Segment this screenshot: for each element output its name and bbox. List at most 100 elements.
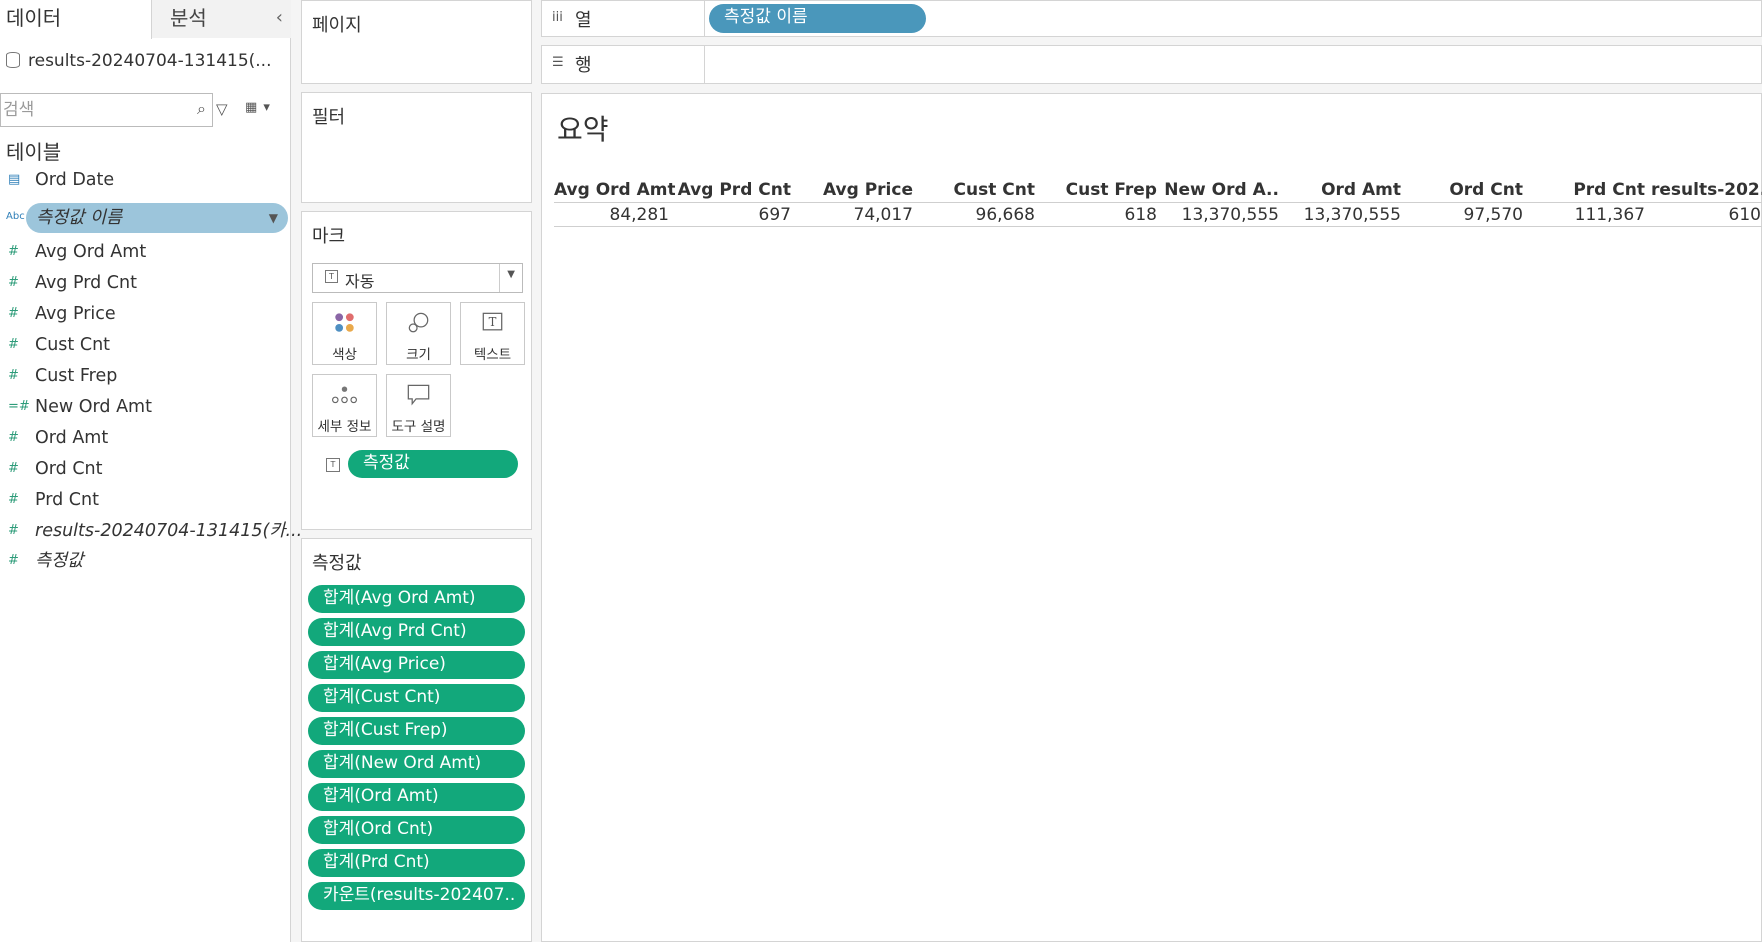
columns-icon: iii [552, 10, 563, 25]
tooltip-icon [407, 384, 430, 406]
measure-pill-ord-amt[interactable]: 합계(Ord Amt) [308, 783, 525, 811]
table-cell[interactable]: 618 [1040, 202, 1163, 227]
text-icon: T [482, 312, 503, 331]
datasource-item[interactable]: results-20240704-131415(... [6, 46, 272, 76]
measure-icon: # [8, 275, 19, 290]
measure-icon: # [8, 337, 19, 352]
dropdown-arrow-icon[interactable]: ▼ [269, 203, 278, 233]
table-cell[interactable]: 111,367 [1528, 202, 1651, 227]
measure-pill-avg-ord-amt[interactable]: 합계(Avg Ord Amt) [308, 585, 525, 613]
measure-pill-avg-prd-cnt[interactable]: 합계(Avg Prd Cnt) [308, 618, 525, 646]
measure-pill-avg-price[interactable]: 합계(Avg Price) [308, 651, 525, 679]
text-mark-icon: T [326, 458, 340, 472]
column-header[interactable]: Prd Cnt [1528, 177, 1651, 203]
table-cell[interactable]: 96,668 [918, 202, 1041, 227]
abc-icon: Abc [6, 211, 25, 222]
column-header[interactable]: Ord Amt [1284, 177, 1407, 203]
rows-shelf[interactable]: ☰ 행 [541, 45, 1762, 84]
field-ord-cnt[interactable]: # Ord Cnt [0, 454, 291, 484]
measure-icon: # [8, 306, 19, 321]
measure-pill-new-ord-amt[interactable]: 합계(New Ord Amt) [308, 750, 525, 778]
field-label: 측정값 이름 [36, 208, 123, 228]
measure-icon: # [8, 430, 19, 445]
measure-pill-cust-cnt[interactable]: 합계(Cust Cnt) [308, 684, 525, 712]
text-label: 텍스트 [473, 347, 512, 363]
column-header[interactable]: Ord Cnt [1406, 177, 1529, 203]
search-icon[interactable]: ⌕ [197, 99, 206, 119]
field-label: Ord Date [35, 170, 115, 190]
measure-pill-results-count[interactable]: 카운트(results-202407.. [308, 882, 525, 910]
detail-button[interactable]: 세부 정보 [312, 374, 377, 437]
search-input[interactable] [1, 94, 185, 126]
table-cell[interactable]: 13,370,555 [1162, 202, 1285, 227]
field-measure-names[interactable]: 측정값 이름 ▼ [26, 203, 288, 233]
collapse-pane-icon[interactable]: ‹ [276, 0, 283, 36]
measure-pill-prd-cnt[interactable]: 합계(Prd Cnt) [308, 849, 525, 877]
color-button[interactable]: 색상 [312, 302, 377, 365]
calculated-measure-icon: =# [8, 399, 30, 414]
view-options-icon[interactable]: ▦ ▾ [245, 100, 271, 115]
pane-tabs: 데이터 분석 ‹ [0, 0, 291, 39]
column-header[interactable]: Avg Ord Amt [554, 177, 675, 203]
marks-card: 마크 T 자동 ▼ 색상 크기 T 텍스트 세부 정보 도구 설명 T 측정값 [301, 211, 532, 530]
table-row: 84,281 697 74,017 96,668 618 13,370,555 … [554, 202, 1762, 227]
column-header[interactable]: New Ord A.. [1162, 177, 1285, 203]
tooltip-button[interactable]: 도구 설명 [386, 374, 451, 437]
text-button[interactable]: T 텍스트 [460, 302, 525, 365]
field-label: Avg Ord Amt [35, 242, 147, 262]
field-cust-cnt[interactable]: # Cust Cnt [0, 330, 291, 360]
field-results-count[interactable]: # results-20240704-131415(카... [0, 516, 302, 546]
rows-icon: ☰ [552, 55, 564, 70]
filters-title: 필터 [312, 107, 346, 128]
field-avg-prd-cnt[interactable]: # Avg Prd Cnt [0, 268, 291, 298]
data-pane: 데이터 분석 ‹ results-20240704-131415(... ⌕ ▽… [0, 0, 302, 942]
table-cell[interactable]: 13,370,555 [1284, 202, 1407, 227]
pages-card[interactable]: 페이지 [301, 0, 532, 84]
filter-icon[interactable]: ▽ [216, 100, 228, 118]
measure-pill-ord-cnt[interactable]: 합계(Ord Cnt) [308, 816, 525, 844]
worksheet-title[interactable]: 요약 [557, 108, 609, 148]
field-label: Prd Cnt [35, 490, 99, 510]
table-cell[interactable]: 84,281 [554, 202, 675, 227]
field-avg-price[interactable]: # Avg Price [0, 299, 291, 329]
field-label: Avg Prd Cnt [35, 273, 137, 293]
field-prd-cnt[interactable]: # Prd Cnt [0, 485, 291, 515]
field-new-ord-amt[interactable]: =# New Ord Amt [0, 392, 291, 422]
field-cust-frep[interactable]: # Cust Frep [0, 361, 291, 391]
dropdown-divider [499, 264, 500, 292]
column-header[interactable]: results-202.. [1650, 177, 1762, 203]
calendar-icon: ▤ [8, 172, 21, 187]
rows-shelf-header: ☰ 행 [542, 46, 705, 83]
tab-analysis[interactable]: 분석 ‹ [152, 0, 291, 38]
field-label: Cust Frep [35, 366, 118, 386]
measure-icon: # [8, 461, 19, 476]
filters-card[interactable]: 필터 [301, 92, 532, 203]
column-header[interactable]: Cust Cnt [918, 177, 1041, 203]
marks-title: 마크 [312, 226, 346, 247]
column-header[interactable]: Avg Prd Cnt [674, 177, 797, 203]
table-cell[interactable]: 697 [674, 202, 797, 227]
field-avg-ord-amt[interactable]: # Avg Ord Amt [0, 237, 291, 267]
worksheet-view: 요약 Avg Ord Amt Avg Prd Cnt Avg Price Cus… [541, 93, 1762, 942]
chevron-down-icon[interactable]: ▼ [507, 269, 515, 280]
tab-data[interactable]: 데이터 [0, 0, 152, 39]
size-button[interactable]: 크기 [386, 302, 451, 365]
column-header[interactable]: Cust Frep [1040, 177, 1163, 203]
pages-title: 페이지 [312, 15, 362, 36]
measure-names-pill[interactable]: 측정값 이름 [709, 4, 926, 33]
field-ord-amt[interactable]: # Ord Amt [0, 423, 291, 453]
table-cell[interactable]: 97,570 [1406, 202, 1529, 227]
search-box: ⌕ [0, 93, 213, 127]
table-cell[interactable]: 74,017 [796, 202, 919, 227]
measure-pill-cust-frep[interactable]: 합계(Cust Frep) [308, 717, 525, 745]
header-row: Avg Ord Amt Avg Prd Cnt Avg Price Cust C… [554, 177, 1762, 203]
measure-values-pill[interactable]: 측정값 [348, 450, 518, 478]
columns-shelf[interactable]: iii 열 측정값 이름 [541, 0, 1762, 37]
field-measure-values[interactable]: # 측정값 [0, 546, 291, 576]
field-ord-date[interactable]: ▤ Ord Date [0, 165, 291, 195]
measure-icon: # [8, 368, 19, 383]
mark-type-dropdown[interactable]: T 자동 ▼ [312, 263, 523, 293]
table-cell[interactable]: 610 [1650, 202, 1762, 227]
column-header[interactable]: Avg Price [796, 177, 919, 203]
summary-table: Avg Ord Amt Avg Prd Cnt Avg Price Cust C… [554, 177, 1762, 227]
